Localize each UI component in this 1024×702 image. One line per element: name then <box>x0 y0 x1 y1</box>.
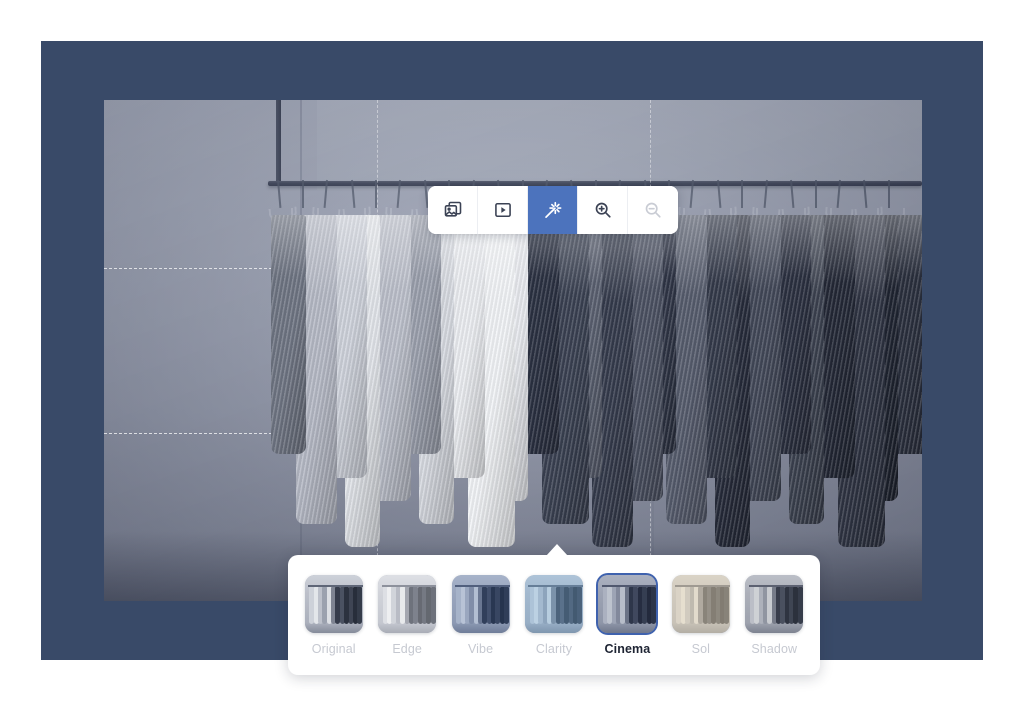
filter-label: Sol <box>691 641 711 656</box>
thumb-filter-tint <box>451 574 510 633</box>
filter-label: Vibe <box>467 641 494 656</box>
video-button[interactable] <box>478 186 528 234</box>
filter-item-vibe[interactable]: Vibe <box>451 574 510 656</box>
filter-label: Cinema <box>604 641 651 656</box>
filter-item-original[interactable]: Original <box>304 574 363 656</box>
thumb-filter-tint <box>598 574 657 633</box>
filter-item-clarity[interactable]: Clarity <box>524 574 583 656</box>
filter-panel: Original Edge Vibe Clarity Cinema Sol Shadow <box>288 555 820 675</box>
filter-thumbnail[interactable] <box>304 574 363 633</box>
filter-item-shadow[interactable]: Shadow <box>745 574 804 656</box>
zoom-in-icon <box>593 200 613 220</box>
video-play-icon <box>493 200 513 220</box>
thumb-filter-tint <box>304 574 363 633</box>
magic-wand-icon <box>542 200 563 221</box>
magic-wand-button[interactable] <box>528 186 578 234</box>
floating-toolbar <box>428 186 678 234</box>
filter-item-edge[interactable]: Edge <box>377 574 437 656</box>
filter-thumbnail[interactable] <box>378 574 437 633</box>
garment <box>270 215 307 455</box>
thumb-filter-tint <box>671 574 730 633</box>
filter-label: Edge <box>392 641 422 656</box>
thumb-filter-tint <box>524 574 583 633</box>
editor-window: Original Edge Vibe Clarity Cinema Sol Shadow <box>41 41 983 675</box>
filter-thumbnail[interactable] <box>671 574 730 633</box>
filter-thumbnail[interactable] <box>524 574 583 633</box>
images-button[interactable] <box>428 186 478 234</box>
images-icon <box>443 200 463 220</box>
filter-thumbnail[interactable] <box>451 574 510 633</box>
zoom-out-icon <box>643 200 663 220</box>
filter-item-cinema[interactable]: Cinema <box>598 574 657 656</box>
app-root: Original Edge Vibe Clarity Cinema Sol Shadow <box>0 0 1024 702</box>
filter-thumbnail[interactable] <box>745 574 804 633</box>
filter-thumbnail[interactable] <box>598 574 657 633</box>
zoom-out-button[interactable] <box>628 186 678 234</box>
filter-label: Clarity <box>535 641 573 656</box>
photo-canvas[interactable] <box>104 100 922 601</box>
thumb-filter-tint <box>745 574 804 633</box>
filter-item-sol[interactable]: Sol <box>671 574 730 656</box>
filter-panel-notch <box>546 544 568 556</box>
filter-label: Original <box>311 641 356 656</box>
filter-label: Shadow <box>751 641 798 656</box>
thumb-filter-tint <box>378 574 437 633</box>
zoom-in-button[interactable] <box>578 186 628 234</box>
